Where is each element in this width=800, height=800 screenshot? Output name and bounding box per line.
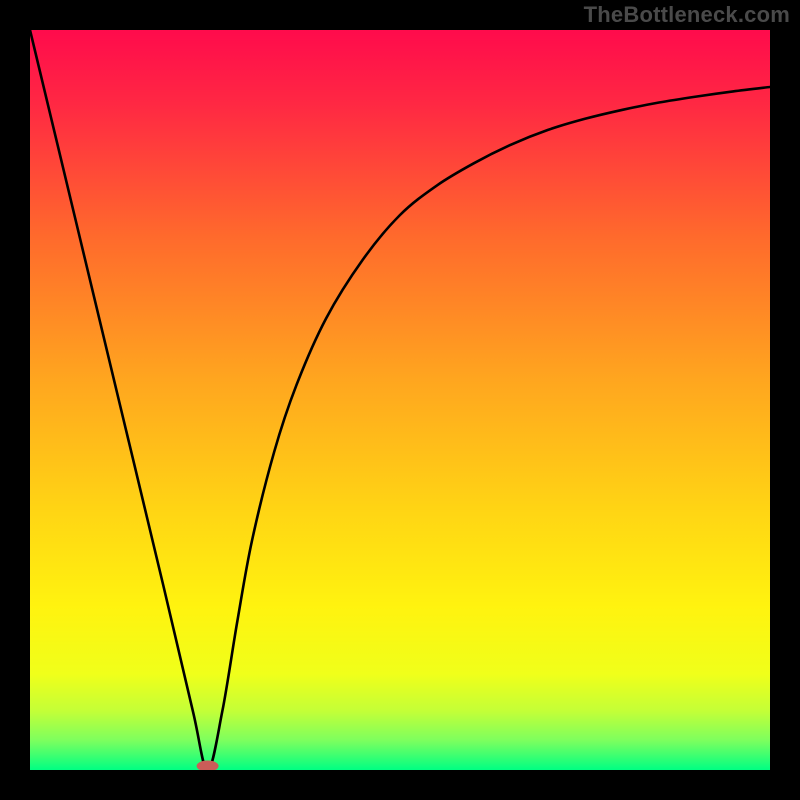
chart-frame: TheBottleneck.com [0, 0, 800, 800]
plot-area [30, 30, 770, 770]
chart-svg [30, 30, 770, 770]
watermark-text: TheBottleneck.com [584, 2, 790, 28]
gradient-background [30, 30, 770, 770]
